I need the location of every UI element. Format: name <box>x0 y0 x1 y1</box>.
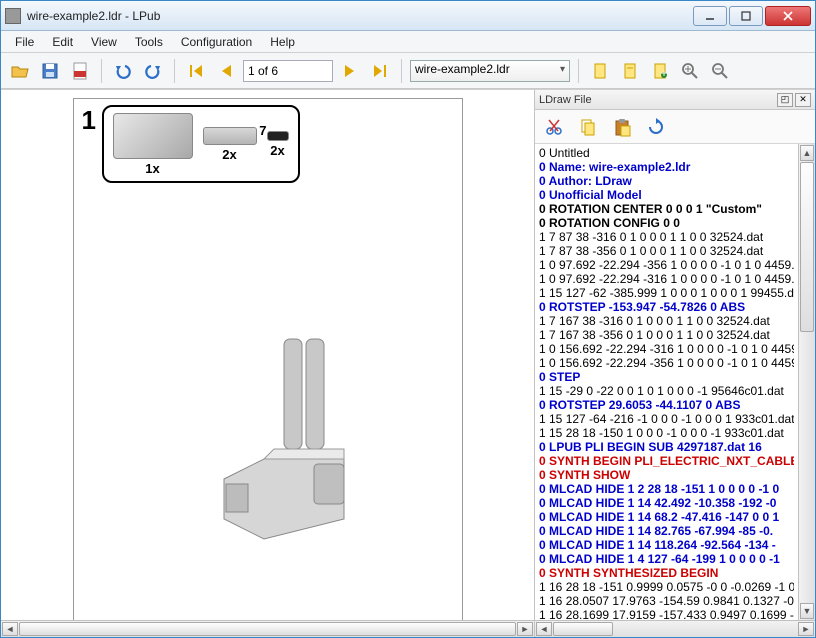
code-line[interactable]: 0 ROTSTEP -153.947 -54.7826 0 ABS <box>539 300 794 314</box>
code-line[interactable]: 0 ROTATION CONFIG 0 0 <box>539 216 794 230</box>
paste-icon[interactable] <box>609 114 635 140</box>
pli-part-2-qty: 2x <box>222 147 236 162</box>
titlebar: wire-example2.ldr - LPub <box>1 1 815 31</box>
code-line[interactable]: 1 16 28 18 -151 0.9999 0.0575 -0 0 -0.02… <box>539 580 794 594</box>
pli-part-3-qty: 2x <box>270 143 284 158</box>
menubar: File Edit View Tools Configuration Help <box>1 31 815 53</box>
code-line[interactable]: 0 ROTATION CENTER 0 0 0 1 "Custom" <box>539 202 794 216</box>
assembly-image <box>214 329 384 549</box>
pli-part-2-image <box>203 127 257 145</box>
refresh-icon[interactable] <box>643 114 669 140</box>
dock-title-label: LDraw File <box>539 94 775 106</box>
undo-icon[interactable] <box>110 58 136 84</box>
pli-part-3-image <box>267 131 289 141</box>
dock-close-button[interactable]: ✕ <box>795 93 811 107</box>
code-line[interactable]: 1 15 -29 0 -22 0 0 1 0 1 0 0 0 -1 95646c… <box>539 384 794 398</box>
code-line[interactable]: 1 16 28.0507 17.9763 -154.59 0.9841 0.13… <box>539 594 794 608</box>
dock-float-button[interactable]: ◰ <box>777 93 793 107</box>
page-yellow2-icon[interactable] <box>617 58 643 84</box>
prev-page-icon[interactable] <box>213 58 239 84</box>
dock-toolbar <box>535 110 815 144</box>
code-line[interactable]: 0 LPUB PLI BEGIN SUB 4297187.dat 16 <box>539 440 794 454</box>
code-line[interactable]: 0 MLCAD HIDE 1 14 82.765 -67.994 -85 -0. <box>539 524 794 538</box>
svg-text:+: + <box>660 66 667 80</box>
code-line[interactable]: 1 15 127 -64 -216 -1 0 0 0 -1 0 0 0 1 93… <box>539 412 794 426</box>
copy-icon[interactable] <box>575 114 601 140</box>
code-line[interactable]: 1 7 167 38 -356 0 1 0 0 0 1 1 0 0 32524.… <box>539 328 794 342</box>
minimize-button[interactable] <box>693 6 727 26</box>
code-line[interactable]: 0 STEP <box>539 370 794 384</box>
canvas[interactable]: 1 1x 7 2x 2x <box>1 90 534 620</box>
window-title: wire-example2.ldr - LPub <box>27 9 693 23</box>
code-line[interactable]: 0 SYNTH SHOW <box>539 468 794 482</box>
next-page-icon[interactable] <box>337 58 363 84</box>
page-yellow3-icon[interactable]: + <box>647 58 673 84</box>
menu-tools[interactable]: Tools <box>127 33 171 51</box>
maximize-button[interactable] <box>729 6 763 26</box>
code-line[interactable]: 0 MLCAD HIDE 1 14 118.264 -92.564 -134 - <box>539 538 794 552</box>
pli-part-1-qty: 1x <box>145 161 159 176</box>
code-line[interactable]: 0 SYNTH SYNTHESIZED BEGIN <box>539 566 794 580</box>
close-button[interactable] <box>765 6 811 26</box>
pli-part-2-len: 7 <box>259 123 266 138</box>
zoom-in-icon[interactable] <box>677 58 703 84</box>
code-line[interactable]: 0 MLCAD HIDE 1 14 42.492 -10.358 -192 -0 <box>539 496 794 510</box>
code-line[interactable]: 1 0 97.692 -22.294 -356 1 0 0 0 0 -1 0 1… <box>539 258 794 272</box>
toolbar: wire-example2.ldr + <box>1 53 815 89</box>
code-line[interactable]: 1 7 87 38 -356 0 1 0 0 0 1 1 0 0 32524.d… <box>539 244 794 258</box>
code-line[interactable]: 1 0 156.692 -22.294 -356 1 0 0 0 0 -1 0 … <box>539 356 794 370</box>
menu-edit[interactable]: Edit <box>44 33 81 51</box>
code-line[interactable]: 0 SYNTH BEGIN PLI_ELECTRIC_NXT_CABLE_ <box>539 454 794 468</box>
export-pdf-icon[interactable] <box>67 58 93 84</box>
first-page-icon[interactable] <box>183 58 209 84</box>
code-line[interactable]: 0 MLCAD HIDE 1 14 68.2 -47.416 -147 0 0 … <box>539 510 794 524</box>
code-line[interactable]: 1 0 156.692 -22.294 -316 1 0 0 0 0 -1 0 … <box>539 342 794 356</box>
page-field[interactable] <box>243 60 333 82</box>
parts-list: 1x 7 2x 2x <box>102 105 300 183</box>
pli-part-1-image <box>113 113 193 159</box>
code-line[interactable]: 0 MLCAD HIDE 1 4 127 -64 -199 1 0 0 0 0 … <box>539 552 794 566</box>
code-line[interactable]: 0 Name: wire-example2.ldr <box>539 160 794 174</box>
code-line[interactable]: 0 Author: LDraw <box>539 174 794 188</box>
cut-icon[interactable] <box>541 114 567 140</box>
code-line[interactable]: 1 15 28 18 -150 1 0 0 0 -1 0 0 0 -1 933c… <box>539 426 794 440</box>
open-icon[interactable] <box>7 58 33 84</box>
menu-help[interactable]: Help <box>262 33 303 51</box>
zoom-out-icon[interactable] <box>707 58 733 84</box>
dock-vscroll[interactable]: ▲▼ <box>798 144 815 620</box>
step-number: 1 <box>82 105 96 136</box>
dock-titlebar: LDraw File ◰ ✕ <box>535 90 815 110</box>
code-line[interactable]: 0 Unofficial Model <box>539 188 794 202</box>
canvas-hscroll[interactable]: ◄► <box>1 620 534 637</box>
code-line[interactable]: 0 Untitled <box>539 146 794 160</box>
menu-file[interactable]: File <box>7 33 42 51</box>
menu-configuration[interactable]: Configuration <box>173 33 260 51</box>
ldraw-code-area[interactable]: 0 Untitled0 Name: wire-example2.ldr0 Aut… <box>535 144 798 620</box>
code-line[interactable]: 1 15 127 -62 -385.999 1 0 0 0 1 0 0 0 1 … <box>539 286 794 300</box>
save-icon[interactable] <box>37 58 63 84</box>
code-line[interactable]: 1 0 97.692 -22.294 -316 1 0 0 0 0 -1 0 1… <box>539 272 794 286</box>
instruction-page: 1 1x 7 2x 2x <box>73 98 463 620</box>
code-line[interactable]: 1 7 167 38 -316 0 1 0 0 0 1 1 0 0 32524.… <box>539 314 794 328</box>
last-page-icon[interactable] <box>367 58 393 84</box>
code-line[interactable]: 0 MLCAD HIDE 1 2 28 18 -151 1 0 0 0 0 -1… <box>539 482 794 496</box>
code-line[interactable]: 0 ROTSTEP 29.6053 -44.1107 0 ABS <box>539 398 794 412</box>
app-icon <box>5 8 21 24</box>
page-yellow1-icon[interactable] <box>587 58 613 84</box>
code-line[interactable]: 1 7 87 38 -316 0 1 0 0 0 1 1 0 0 32524.d… <box>539 230 794 244</box>
redo-icon[interactable] <box>140 58 166 84</box>
code-line[interactable]: 1 16 28.1699 17.9159 -157.433 0.9497 0.1… <box>539 608 794 620</box>
file-select[interactable]: wire-example2.ldr <box>410 60 570 82</box>
menu-view[interactable]: View <box>83 33 125 51</box>
dock-hscroll[interactable]: ◄► <box>535 620 815 637</box>
